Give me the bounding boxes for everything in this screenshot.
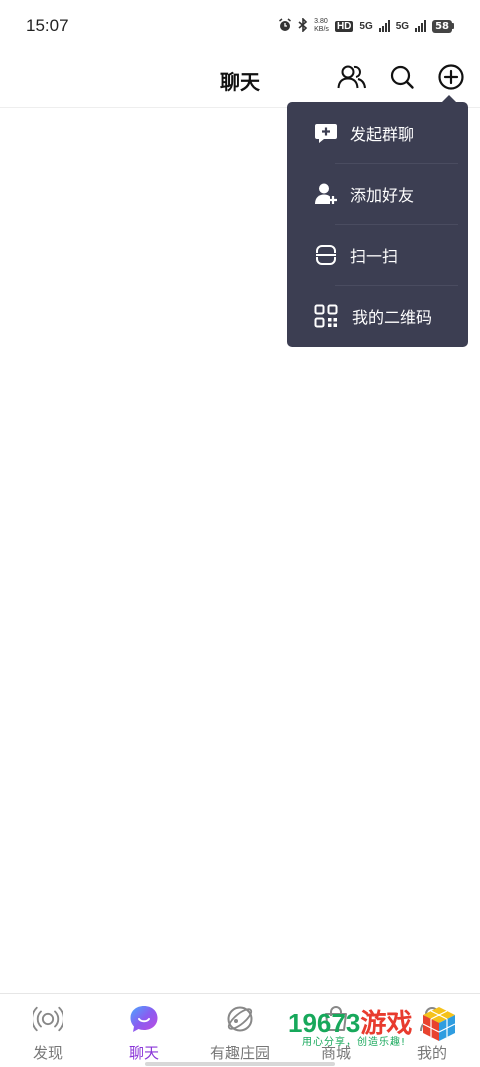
- search-button[interactable]: [387, 64, 417, 94]
- sim1-network: 5G: [359, 20, 373, 32]
- watermark-slogan: 用心分享，创造乐趣!: [302, 1037, 407, 1048]
- hd-badge: HD: [334, 20, 354, 32]
- cube-logo-icon: [420, 1005, 458, 1043]
- discover-icon: [33, 1004, 63, 1034]
- home-indicator[interactable]: [145, 1062, 335, 1066]
- alarm-icon: [278, 17, 292, 36]
- add-friend-icon: [313, 181, 339, 207]
- watermark-logo: 19673游戏 用心分享，创造乐趣!: [286, 1001, 466, 1051]
- tab-discover[interactable]: 发现: [0, 994, 96, 1067]
- planet-icon: [225, 1004, 255, 1034]
- tab-chat[interactable]: 聊天: [96, 994, 192, 1067]
- tab-label: 聊天: [128, 1044, 159, 1062]
- status-time: 15:07: [26, 16, 69, 35]
- status-bar: 15:07 3.80 KB/s HD 5G 5G 58: [0, 0, 480, 50]
- app-header: 聊天: [0, 50, 480, 108]
- chat-bubble-icon: [129, 1004, 159, 1034]
- menu-item-label: 扫一扫: [350, 246, 399, 266]
- bluetooth-icon: [298, 16, 308, 36]
- menu-item-scan[interactable]: 扫一扫: [287, 224, 468, 285]
- menu-item-label: 我的二维码: [352, 307, 433, 327]
- sim1-signal-icon: [378, 20, 390, 32]
- menu-item-group-chat[interactable]: 发起群聊: [287, 102, 468, 163]
- status-icons: 3.80 KB/s HD 5G 5G 58: [278, 16, 454, 36]
- menu-item-qr-code[interactable]: 我的二维码: [287, 285, 468, 346]
- net-speed: 3.80 KB/s: [314, 18, 329, 34]
- tab-label: 有趣庄园: [209, 1044, 270, 1062]
- tab-fun-manor[interactable]: 有趣庄园: [192, 994, 288, 1067]
- scan-icon: [313, 242, 339, 268]
- contacts-button[interactable]: [337, 64, 367, 94]
- tab-label: 发现: [32, 1044, 63, 1062]
- search-icon: [389, 64, 415, 94]
- net-speed-unit: KB/s: [314, 26, 329, 33]
- contacts-icon: [337, 64, 367, 94]
- menu-item-label: 发起群聊: [350, 124, 415, 144]
- qr-code-icon: [313, 303, 339, 329]
- menu-item-label: 添加好友: [350, 185, 415, 205]
- sim2-network: 5G: [395, 20, 410, 32]
- menu-item-add-friend[interactable]: 添加好友: [287, 163, 468, 224]
- net-speed-value: 3.80: [314, 18, 328, 25]
- battery-level: 58: [432, 19, 452, 33]
- battery-icon: 58: [432, 19, 454, 33]
- add-circle-icon: [437, 63, 465, 95]
- sim2-signal-icon: [415, 20, 427, 32]
- add-button[interactable]: [436, 64, 466, 94]
- group-chat-icon: [313, 120, 339, 146]
- add-popup-menu: 发起群聊 添加好友 扫一扫 我的二维码: [287, 95, 468, 347]
